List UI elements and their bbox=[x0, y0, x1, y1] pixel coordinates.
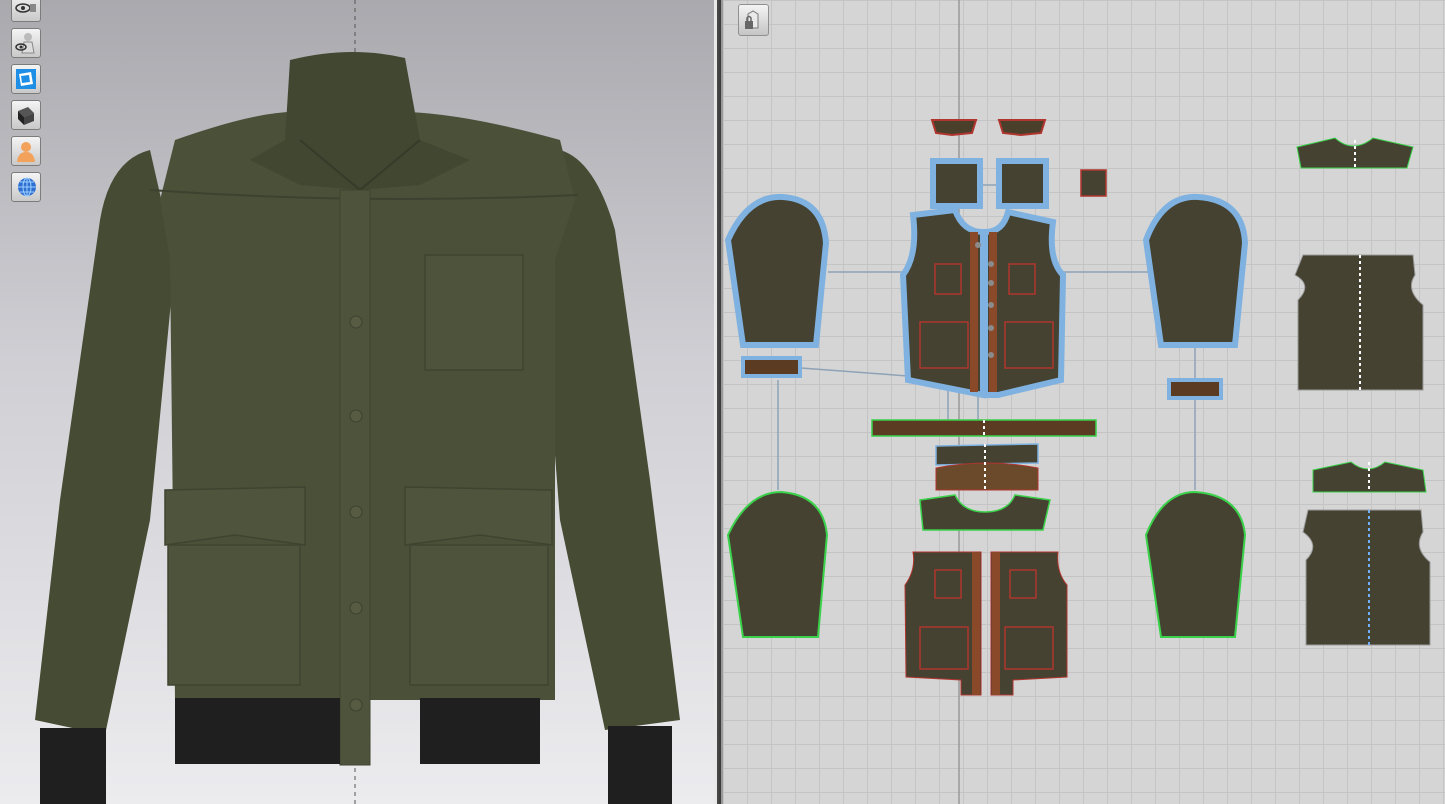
sleeve-left bbox=[35, 150, 175, 735]
pattern-piece-tab-2 bbox=[997, 119, 1047, 137]
pattern-piece-cuff-1 bbox=[741, 356, 802, 378]
pattern-piece-sleeve-2 bbox=[1142, 193, 1249, 348]
avatar-display-icon[interactable] bbox=[11, 136, 41, 166]
3d-viewport[interactable] bbox=[0, 0, 714, 804]
pattern-piece-front-lining bbox=[904, 551, 1068, 696]
pattern-piece-sleeve-1 bbox=[724, 193, 830, 348]
eye-avatar-icon[interactable] bbox=[11, 28, 41, 58]
rib-band-left bbox=[175, 698, 340, 764]
pattern-piece-collar-1 bbox=[935, 443, 1039, 466]
globe-eye-icon[interactable] bbox=[11, 172, 41, 202]
pattern-piece-back-lining bbox=[1302, 509, 1431, 646]
placket bbox=[339, 189, 371, 766]
pocket-right bbox=[409, 544, 549, 686]
fabric-display-icon[interactable] bbox=[11, 64, 41, 94]
pattern-piece-cuff-2 bbox=[1167, 378, 1223, 400]
eye-garment-icon[interactable] bbox=[11, 0, 41, 22]
pattern-layout bbox=[724, 0, 1431, 804]
viewport-splitter[interactable] bbox=[714, 0, 723, 804]
pattern-piece-pocket-flap-1 bbox=[930, 158, 983, 209]
2d-pattern-viewport[interactable] bbox=[723, 0, 1445, 804]
garment-3d-render bbox=[35, 0, 680, 804]
pattern-piece-front bbox=[899, 206, 1067, 399]
texture-display-icon[interactable] bbox=[11, 100, 41, 130]
pattern-piece-back-yoke bbox=[919, 494, 1051, 531]
chest-pocket bbox=[424, 254, 524, 371]
pattern-piece-collar-2 bbox=[935, 462, 1039, 491]
pattern-piece-small-square bbox=[1080, 169, 1107, 197]
cuff-left bbox=[40, 728, 106, 804]
pattern-piece-sleeve-lining-2 bbox=[1144, 490, 1247, 638]
rib-band-right bbox=[420, 698, 540, 764]
pattern-piece-sleeve-lining-1 bbox=[726, 490, 829, 638]
cuff-right bbox=[608, 726, 672, 804]
lock-pattern-icon[interactable] bbox=[738, 4, 769, 36]
pattern-piece-pocket-flap-2 bbox=[996, 158, 1049, 209]
pocket-left bbox=[167, 544, 301, 686]
pattern-piece-tab-1 bbox=[930, 119, 978, 137]
3d-display-toolbar bbox=[11, 0, 44, 208]
